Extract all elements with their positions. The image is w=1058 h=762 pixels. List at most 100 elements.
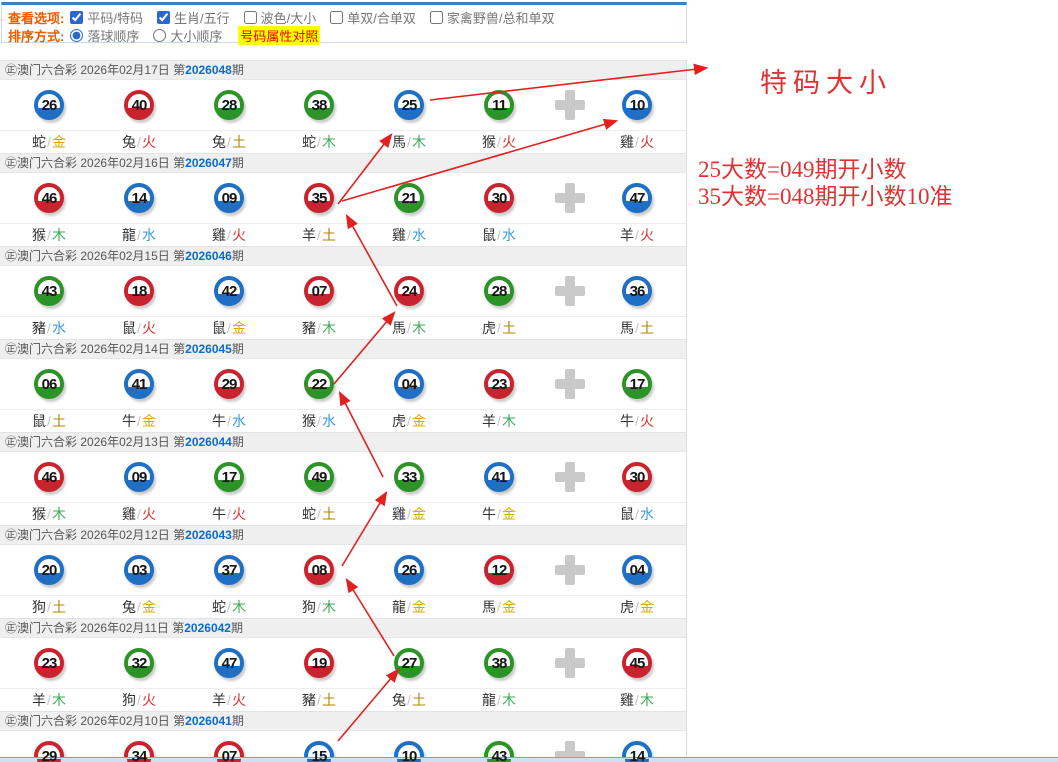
view-option[interactable]: 家禽野兽/总和单双 — [430, 8, 555, 27]
site-name: 澳门六合彩 — [17, 528, 77, 542]
lottery-ball: 25 — [394, 90, 424, 120]
lottery-ball: 14 — [124, 183, 154, 213]
zodiac-animal: 虎 — [482, 318, 496, 338]
lottery-ball: 32 — [124, 648, 154, 678]
site-icon: ㊣ — [5, 621, 17, 635]
lottery-ball: 09 — [214, 183, 244, 213]
zodiac-cell: 狗/木 — [274, 597, 364, 617]
lottery-ball: 30 — [484, 183, 514, 213]
sort-option[interactable]: 落球顺序 — [70, 26, 139, 45]
draw-block: ㊣澳门六合彩 2026年02月17日 第2026048期 26 40 2838 25 1… — [0, 60, 686, 153]
zodiac-cell: 龍/水 — [94, 225, 184, 245]
view-option[interactable]: 生肖/五行 — [157, 8, 230, 27]
ball-cell: 03 — [94, 555, 184, 585]
view-option[interactable]: 单双/合单双 — [330, 8, 416, 27]
lottery-ball: 46 — [34, 462, 64, 492]
sort-options-caption: 排序方式: — [8, 26, 64, 45]
ball-number: 29 — [222, 376, 237, 393]
zodiac-cell: 雞/火 — [596, 132, 678, 152]
zodiac-element: 水 — [640, 504, 654, 524]
ball-number: 32 — [132, 655, 147, 672]
lottery-ball: 40 — [124, 90, 154, 120]
zodiac-element: 金 — [502, 504, 516, 524]
zodiac-cell: 鼠/水 — [454, 225, 544, 245]
ball-number: 28 — [492, 283, 507, 300]
sort-option[interactable]: 大小顺序 — [153, 26, 222, 45]
ball-number: 47 — [630, 190, 645, 207]
ball-cell: 26 — [4, 90, 94, 120]
ball-number: 43 — [42, 283, 57, 300]
zodiac-element: 水 — [322, 411, 336, 431]
view-option[interactable]: 波色/大小 — [244, 8, 317, 27]
ball-row: 46140935213047 — [0, 173, 686, 223]
zodiac-element: 火 — [502, 132, 516, 152]
draw-header: ㊣澳门六合彩 2026年02月17日 第2026048期 — [0, 60, 686, 80]
zodiac-row: 猴/木雞/火牛/火蛇/土雞/金牛/金鼠/水 — [0, 502, 686, 525]
zodiac-animal: 鼠 — [32, 411, 46, 431]
draw-header: ㊣澳门六合彩 2026年02月11日 第2026042期 — [0, 618, 686, 638]
view-option-checkbox[interactable] — [70, 11, 83, 24]
zodiac-animal: 鼠 — [620, 504, 634, 524]
issue-prefix: 第 — [173, 528, 185, 542]
zodiac-element: 水 — [412, 225, 426, 245]
site-icon: ㊣ — [5, 63, 17, 77]
plus-icon — [555, 183, 585, 213]
lottery-ball: 30 — [622, 462, 652, 492]
lottery-ball: 46 — [34, 183, 64, 213]
lottery-ball: 47 — [622, 183, 652, 213]
ball-number: 36 — [630, 283, 645, 300]
zodiac-animal: 蛇 — [32, 132, 46, 152]
zodiac-cell: 馬/土 — [596, 318, 678, 338]
view-option-checkbox[interactable] — [157, 11, 170, 24]
zodiac-animal: 狗 — [302, 597, 316, 617]
view-option-checkbox[interactable] — [330, 11, 343, 24]
zodiac-cell: 牛/火 — [596, 411, 678, 431]
lottery-ball: 11 — [484, 90, 514, 120]
lottery-ball: 29 — [214, 369, 244, 399]
zodiac-cell: 羊/木 — [4, 690, 94, 710]
zodiac-element: 木 — [52, 225, 66, 245]
issue-number: 2026046 — [185, 249, 232, 263]
zodiac-row: 蛇/金兔/火兔/土蛇/木馬/木猴/火雞/火 — [0, 130, 686, 153]
zodiac-animal: 牛 — [620, 411, 634, 431]
ball-cell: 09 — [94, 462, 184, 492]
ball-number: 07 — [222, 748, 237, 762]
ball-cell: 28 — [184, 90, 274, 120]
site-name: 澳门六合彩 — [17, 63, 77, 77]
ball-row: 43184207242836 — [0, 266, 686, 316]
issue-suffix: 期 — [232, 435, 244, 449]
zodiac-element: 金 — [412, 597, 426, 617]
zodiac-cell: 兔/金 — [94, 597, 184, 617]
ball-cell: 27 — [364, 648, 454, 678]
view-option-checkbox[interactable] — [244, 11, 257, 24]
ball-cell: 37 — [184, 555, 274, 585]
zodiac-cell: 蛇/金 — [4, 132, 94, 152]
ball-cell: 46 — [4, 183, 94, 213]
zodiac-cell: 雞/金 — [364, 504, 454, 524]
number-attribute-compare-link[interactable]: 号码属性对照 — [238, 26, 320, 45]
zodiac-animal: 龍 — [482, 690, 496, 710]
ball-cell: 38 — [274, 90, 364, 120]
zodiac-element: 木 — [502, 411, 516, 431]
zodiac-animal: 牛 — [482, 504, 496, 524]
view-option-checkbox[interactable] — [430, 11, 443, 24]
ball-row: 23324719273845 — [0, 638, 686, 688]
ball-cell: 40 — [94, 90, 184, 120]
draw-date: 2026年02月17日 — [80, 63, 169, 77]
plus-separator — [544, 90, 596, 120]
issue-number: 2026048 — [185, 63, 232, 77]
ball-cell: 22 — [274, 369, 364, 399]
draw-block: ㊣澳门六合彩 2026年02月15日 第2026046期 43184207242… — [0, 246, 686, 339]
zodiac-animal: 蛇 — [212, 597, 226, 617]
issue-suffix: 期 — [232, 156, 244, 170]
issue-number: 2026043 — [185, 528, 232, 542]
ball-cell: 10 — [596, 90, 678, 120]
ball-cell: 17 — [184, 462, 274, 492]
plus-separator — [544, 462, 596, 492]
zodiac-animal: 羊 — [620, 225, 634, 245]
zodiac-animal: 牛 — [212, 504, 226, 524]
issue-suffix: 期 — [232, 714, 244, 728]
view-option[interactable]: 平码/特码 — [70, 8, 143, 27]
sort-option-radio[interactable] — [70, 29, 83, 42]
sort-option-radio[interactable] — [153, 29, 166, 42]
